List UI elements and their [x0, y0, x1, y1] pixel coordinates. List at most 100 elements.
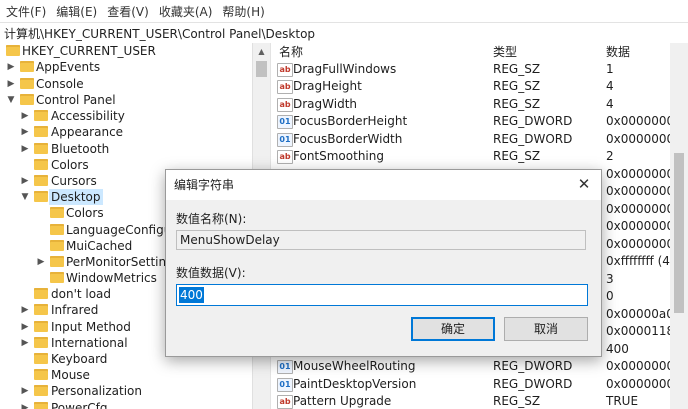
- tree-item-label: HKEY_CURRENT_USER: [22, 44, 156, 58]
- list-item[interactable]: 01 FocusBorderHeight REG_DWORD 0x0000000: [271, 113, 671, 130]
- string-value-icon: ab: [277, 150, 293, 164]
- chevron-down-icon[interactable]: ▼: [20, 189, 30, 205]
- folder-icon: [34, 143, 48, 154]
- chevron-right-icon[interactable]: ▶: [20, 108, 30, 124]
- value-data: 0x0000000: [606, 114, 671, 128]
- chevron-right-icon[interactable]: ▶: [20, 335, 30, 351]
- folder-icon: [34, 369, 48, 380]
- column-header-name[interactable]: 名称: [279, 43, 303, 61]
- value-data: 4: [606, 79, 614, 93]
- folder-icon: [34, 304, 48, 315]
- chevron-right-icon[interactable]: ▶: [6, 76, 16, 92]
- tree-item-label: Desktop: [49, 189, 103, 205]
- value-data: 400: [606, 342, 629, 356]
- value-name: FocusBorderHeight: [293, 114, 408, 128]
- tree-item-label: PowerCfg: [51, 401, 108, 409]
- tree-scroll-thumb[interactable]: [256, 61, 267, 77]
- value-name: PaintDesktopVersion: [293, 377, 417, 391]
- value-data: 0x0000000: [606, 219, 671, 233]
- address-bar[interactable]: 计算机\HKEY_CURRENT_USER\Control Panel\Desk…: [0, 22, 688, 44]
- folder-icon: [34, 288, 48, 299]
- chevron-right-icon[interactable]: ▶: [20, 124, 30, 140]
- list-item[interactable]: ab DragWidth REG_SZ 4: [271, 96, 671, 113]
- value-type: REG_DWORD: [493, 359, 573, 373]
- folder-icon: [20, 78, 34, 89]
- menu-edit[interactable]: 编辑(E): [50, 3, 101, 20]
- folder-icon: [34, 110, 48, 121]
- folder-icon: [34, 159, 48, 170]
- folder-icon: [34, 402, 48, 409]
- column-header-data[interactable]: 数据: [606, 43, 630, 61]
- value-data: 0x0000000: [606, 184, 671, 198]
- tree-item-label: LanguageConfigur: [66, 223, 177, 237]
- dword-value-icon: 01: [277, 115, 293, 129]
- dialog-body: 数值名称(N): MenuShowDelay 数值数据(V): 400 确定 取…: [166, 200, 601, 356]
- value-name: DragHeight: [293, 79, 362, 93]
- value-type: REG_DWORD: [493, 132, 573, 146]
- chevron-right-icon[interactable]: ▶: [20, 319, 30, 335]
- list-scrollbar[interactable]: [670, 43, 688, 409]
- cancel-button[interactable]: 取消: [504, 317, 588, 341]
- dword-value-icon: 01: [277, 133, 293, 147]
- tree-item-label: don't load: [51, 287, 112, 301]
- tree-item-label: Console: [36, 77, 84, 91]
- value-data: 0x0000000: [606, 202, 671, 216]
- menu-help[interactable]: 帮助(H): [216, 3, 268, 20]
- value-name: DragWidth: [293, 97, 358, 111]
- value-type: REG_DWORD: [493, 114, 573, 128]
- value-data: 0x0000000: [606, 359, 671, 373]
- folder-icon: [6, 45, 20, 56]
- tree-item-label: WindowMetrics: [66, 271, 157, 285]
- menu-favorites[interactable]: 收藏夹(A): [153, 3, 217, 20]
- chevron-right-icon[interactable]: ▶: [20, 302, 30, 318]
- chevron-right-icon[interactable]: ▶: [36, 254, 46, 270]
- list-item[interactable]: 01 FocusBorderWidth REG_DWORD 0x0000000: [271, 131, 671, 148]
- close-icon[interactable]: ✕: [573, 174, 595, 194]
- value-data-input[interactable]: 400: [176, 284, 588, 306]
- folder-icon: [50, 272, 64, 283]
- menu-file[interactable]: 文件(F): [0, 3, 50, 20]
- tree-item-label: PerMonitorSetting: [66, 255, 174, 269]
- address-path[interactable]: 计算机\HKEY_CURRENT_USER\Control Panel\Desk…: [4, 25, 315, 42]
- value-data: 0x00000a0: [606, 307, 671, 321]
- ok-button[interactable]: 确定: [411, 317, 495, 341]
- list-item[interactable]: 01 MouseWheelRouting REG_DWORD 0x0000000: [271, 358, 671, 375]
- value-data-text: 400: [179, 287, 204, 303]
- value-data-label: 数值数据(V):: [176, 266, 246, 280]
- tree-item-label: MuiCached: [66, 239, 133, 253]
- list-item[interactable]: ab DragHeight REG_SZ 4: [271, 78, 671, 95]
- chevron-right-icon[interactable]: ▶: [20, 383, 30, 399]
- scroll-up-icon[interactable]: ▲: [253, 43, 270, 60]
- tree-item-label: Keyboard: [51, 352, 108, 366]
- tree-item-label: Input Method: [51, 320, 131, 334]
- dword-value-icon: 01: [277, 378, 293, 392]
- value-data: 0x0000000: [606, 167, 671, 181]
- folder-icon: [34, 353, 48, 364]
- tree-item-label: Control Panel: [36, 93, 116, 107]
- chevron-right-icon[interactable]: ▶: [20, 400, 30, 409]
- chevron-right-icon[interactable]: ▶: [20, 141, 30, 157]
- string-value-icon: ab: [277, 98, 293, 112]
- list-item[interactable]: ab Pattern Upgrade REG_SZ TRUE: [271, 393, 671, 409]
- value-data: 0x0000000: [606, 237, 671, 251]
- chevron-right-icon[interactable]: ▶: [20, 173, 30, 189]
- list-item[interactable]: 01 PaintDesktopVersion REG_DWORD 0x00000…: [271, 376, 671, 393]
- tree-item-label: Cursors: [51, 174, 97, 188]
- value-type: REG_SZ: [493, 79, 541, 93]
- string-value-icon: ab: [277, 63, 293, 77]
- string-value-icon: ab: [277, 395, 293, 409]
- menu-view[interactable]: 查看(V): [101, 3, 153, 20]
- tree-item-label: Colors: [51, 158, 89, 172]
- value-type: REG_SZ: [493, 394, 541, 408]
- list-item[interactable]: ab DragFullWindows REG_SZ 1: [271, 61, 671, 78]
- list-scroll-thumb[interactable]: [674, 153, 684, 313]
- folder-icon: [34, 337, 48, 348]
- value-data: 0x0000118: [606, 324, 671, 338]
- chevron-right-icon[interactable]: ▶: [6, 59, 16, 75]
- folder-icon: [34, 191, 48, 202]
- chevron-down-icon[interactable]: ▼: [6, 92, 16, 108]
- column-header-type[interactable]: 类型: [493, 43, 517, 61]
- list-item[interactable]: ab FontSmoothing REG_SZ 2: [271, 148, 671, 165]
- folder-icon: [50, 207, 64, 218]
- folder-icon: [34, 321, 48, 332]
